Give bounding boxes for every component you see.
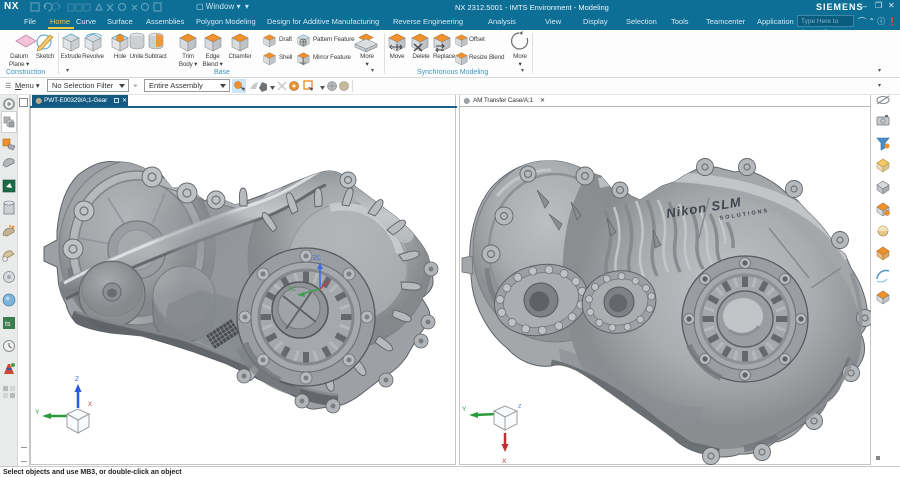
svg-text:ZC: ZC: [313, 256, 322, 262]
svg-text:X: X: [502, 458, 507, 465]
svg-text:Z: Z: [518, 404, 522, 410]
svg-text:XC: XC: [288, 287, 297, 293]
svg-text:Y: Y: [35, 409, 40, 416]
svg-text:Z: Z: [75, 376, 79, 383]
svg-text:ts: ts: [5, 321, 11, 328]
svg-text:Y: Y: [462, 406, 467, 413]
svg-text:X: X: [88, 402, 92, 408]
